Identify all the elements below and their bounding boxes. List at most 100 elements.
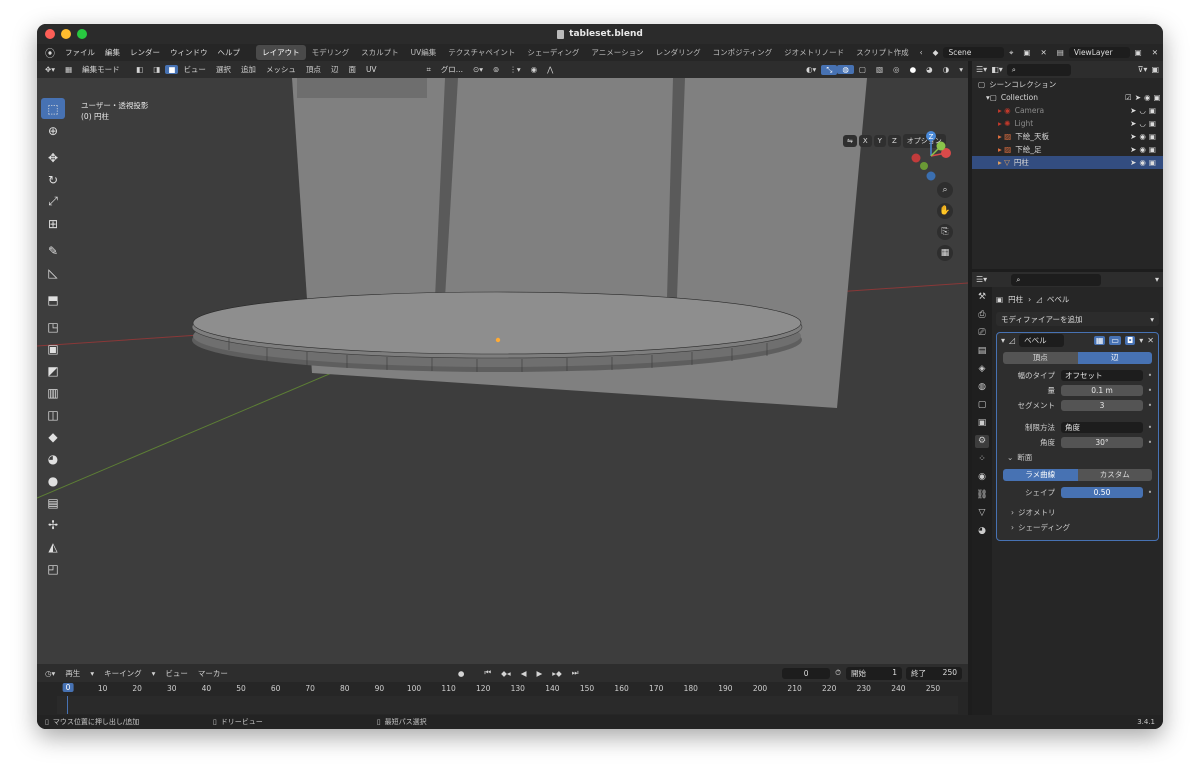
modifier-tab-icon[interactable]: ⚙ [975,435,989,448]
menu-timeline-view[interactable]: ビュー [160,668,193,679]
shrink-fatten-tool[interactable]: ✢ [41,514,65,535]
workspace-tab-geometry-nodes[interactable]: ジオメトリノード [778,45,850,60]
scene-selector[interactable]: Scene [943,47,1005,58]
camera-toggles[interactable]: ➤◡▣ [1125,106,1163,115]
outliner-editor-icon[interactable]: ☰▾ [976,65,987,74]
3d-viewport[interactable]: ⬚ ⊕ ✥ ↻ ⤢ ⊞ ✎ ◺ ⬒ ◳ ▣ ◩ ▥ ◫ ◆ ◕ ● ▤ ✢ ◭ … [37,78,968,664]
timeline-track[interactable] [57,696,958,714]
workspace-tab-shading[interactable]: シェーディング [521,45,585,60]
workspace-tab-animation[interactable]: アニメーション [585,45,649,60]
jump-end-icon[interactable]: ⏭ [567,668,584,678]
end-frame-field[interactable]: 終了 250 [906,666,962,680]
outliner-collection[interactable]: ▾▢ Collection ☑➤◉▣ [972,91,1163,104]
timeline-ruler[interactable]: 0 10 20 30 40 50 60 70 80 90 100 110 120 130 140 150 160… [57,682,958,696]
outliner-item-camera[interactable]: ▸ ◉ Camera ➤◡▣ [972,104,1163,117]
jump-keyframe-back-icon[interactable]: ◆◂ [496,669,516,678]
shading-wireframe-icon[interactable]: ◎ [888,65,905,74]
menu-add[interactable]: 追加 [236,64,261,75]
outliner-search-input[interactable]: ⌕ [1006,63,1071,76]
falloff-icon[interactable]: ⋀ [542,65,558,74]
add-cube-tool[interactable]: ⬒ [41,289,65,310]
view-object-types-icon[interactable]: ◐▾ [801,65,821,74]
keyframe-dot-icon[interactable]: • [1146,386,1154,395]
collection-toggles[interactable]: ☑➤◉▣ [1125,93,1163,102]
ref-leg-toggles[interactable]: ➤◉▣ [1125,145,1163,154]
select-mode-vertex-icon[interactable]: ◧ [131,65,148,74]
copy-view-layer-icon[interactable]: ▣ [1130,48,1147,57]
ref-top-toggles[interactable]: ➤◉▣ [1125,132,1163,141]
cylinder-toggles[interactable]: ➤◉▣ [1125,158,1163,167]
timeline-editor-icon[interactable]: ◷▾ [37,669,60,678]
remove-modifier-icon[interactable]: ✕ [1147,336,1154,345]
properties-editor-icon[interactable]: ☰▾ [976,275,987,284]
workspace-tab-layout[interactable]: レイアウト [256,45,306,60]
menu-edge[interactable]: 辺 [326,64,344,75]
angle-field[interactable]: 30° [1061,437,1143,448]
pivot-point-icon[interactable]: ⊙▾ [468,65,488,74]
menu-file[interactable]: ファイル [60,47,100,58]
overlay-toggle-icon[interactable]: ◍ [837,65,854,74]
affect-edges-button[interactable]: 辺 [1077,352,1152,364]
outliner-item-ref-leg[interactable]: ▸ ▨ 下絵_足 ➤◉▣ [972,143,1163,156]
viewport-toggle-icon[interactable]: ▭ [1109,336,1121,345]
shape-slider[interactable]: 0.50 [1061,487,1143,498]
select-mode-edge-icon[interactable]: ◨ [148,65,165,74]
menu-edit[interactable]: 編集 [100,47,125,58]
gizmo-toggle-icon[interactable]: ⤡ [821,64,838,75]
play-reverse-icon[interactable]: ◀ [516,669,532,678]
edit-mode-toggle-icon[interactable]: ▦ [1093,336,1106,345]
minimize-button[interactable] [61,29,71,39]
geometry-subpanel-header[interactable]: › ジオメトリ [997,505,1158,520]
outliner-scene-collection[interactable]: ▢ シーンコレクション [972,78,1163,91]
keyframe-dot-icon[interactable]: • [1146,371,1154,380]
play-icon[interactable]: ▶ [531,669,547,678]
outliner-item-cylinder[interactable]: ▸ ▽ 円柱 ➤◉▣ [972,156,1163,169]
shear-tool[interactable]: ◭ [41,536,65,557]
measure-tool[interactable]: ◺ [41,262,65,283]
xray-toggle-icon[interactable]: ▧ [871,65,888,74]
jump-keyframe-forward-icon[interactable]: ▸◆ [547,669,567,678]
poly-build-tool[interactable]: ◆ [41,426,65,447]
delete-view-layer-icon[interactable]: ✕ [1147,48,1163,57]
shading-options-icon[interactable]: ▾ [954,65,968,74]
render-toggle-icon[interactable]: ◘ [1124,336,1136,345]
workspace-tab-uv[interactable]: UV編集 [405,45,443,60]
rotate-tool[interactable]: ↻ [41,169,65,190]
material-tab-icon[interactable]: ◕ [975,525,989,538]
blender-logo-icon[interactable]: ⦿ [37,45,60,60]
snap-target-icon[interactable]: ⋮▾ [504,65,525,74]
navigation-gizmo[interactable]: Z [906,126,966,186]
light-toggles[interactable]: ➤◡▣ [1125,119,1163,128]
delete-scene-icon[interactable]: ✕ [1036,48,1052,57]
menu-uv[interactable]: UV [361,65,382,74]
add-modifier-button[interactable]: モディファイアーを追加 ▾ [996,312,1159,326]
mirror-x-toggle[interactable]: X [858,135,872,147]
data-tab-icon[interactable]: ▽ [975,507,989,520]
width-type-select[interactable]: オフセット [1061,370,1143,381]
menu-marker[interactable]: マーカー [193,668,233,679]
mesh-edit-overlay-icon[interactable]: ▢ [854,65,871,74]
profile-superellipse-button[interactable]: ラメ曲線 [1003,469,1078,481]
snap-icon[interactable]: ⊚ [488,65,504,74]
move-tool[interactable]: ✥ [41,147,65,168]
menu-render[interactable]: レンダー [125,47,165,58]
editor-type-icon[interactable]: ✥▾ [37,65,60,74]
profile-subpanel-header[interactable]: ⌄ 断面 [997,450,1158,465]
timeline-current-frame-marker[interactable]: 0 [62,683,74,692]
properties-options-icon[interactable]: ▾ [1155,275,1159,284]
workspace-scroll-left-icon[interactable]: ‹ [915,48,928,57]
menu-face[interactable]: 面 [343,64,361,75]
pin-icon[interactable]: ⌖ [1004,48,1018,58]
jump-start-icon[interactable]: ⏮ [479,668,496,678]
shading-material-icon[interactable]: ◕ [921,65,938,74]
smooth-tool[interactable]: ● [41,470,65,491]
outliner-item-ref-top[interactable]: ▸ ▨ 下絵_天板 ➤◉▣ [972,130,1163,143]
mirror-icon[interactable]: ⇋ [843,135,857,147]
properties-search-input[interactable]: ⌕ [1011,273,1102,286]
zoom-icon[interactable]: ⌕ [937,182,953,198]
mirror-z-toggle[interactable]: Z [887,135,901,147]
profile-custom-button[interactable]: カスタム [1077,469,1152,481]
collapse-icon[interactable]: ▾ [1001,336,1005,345]
workspace-tab-rendering[interactable]: レンダリング [650,45,707,60]
outliner-item-light[interactable]: ▸ ✺ Light ➤◡▣ [972,117,1163,130]
